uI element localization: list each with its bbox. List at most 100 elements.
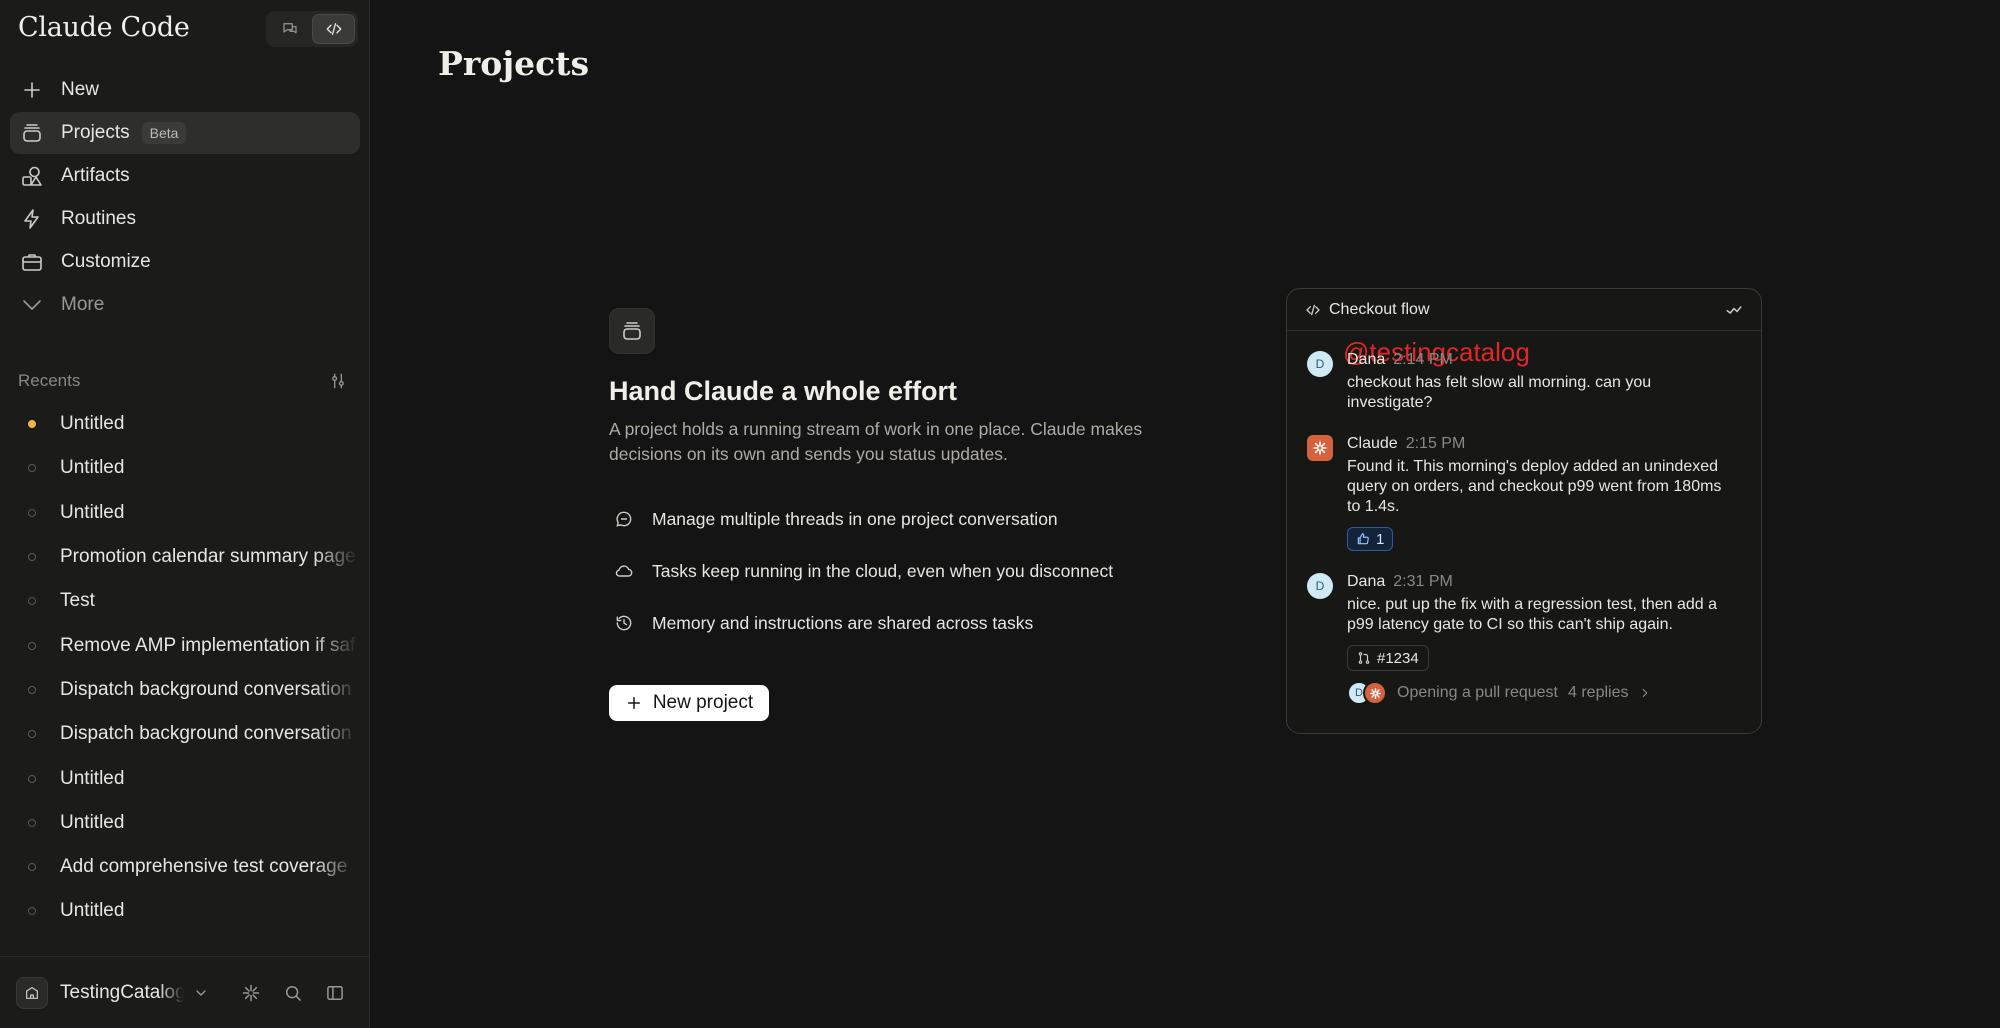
recents-header: Recents [18, 369, 348, 393]
nav-new-label: New [61, 79, 100, 100]
active-dot-icon [28, 420, 36, 429]
message-time: 2:31 PM [1393, 573, 1453, 590]
recent-item-label: Untitled [60, 900, 125, 922]
new-project-label: New project [652, 692, 754, 713]
message-item: D Dana 2:31 PM nice. put up the fix with … [1307, 573, 1747, 705]
recent-item[interactable]: Dispatch background conversation [18, 712, 358, 756]
thread-summary[interactable]: D Opening a pull request 4 replies [1347, 681, 1747, 705]
feature-label: Manage multiple threads in one project c… [652, 508, 1058, 529]
toggle-sidebar-button[interactable] [322, 980, 348, 1006]
chat-mode-button[interactable] [269, 14, 310, 44]
recent-item[interactable]: Untitled [18, 491, 358, 535]
org-name[interactable]: TestingCatalog [60, 982, 184, 1004]
new-project-button[interactable]: New project [609, 685, 769, 721]
nav-new[interactable]: New [10, 69, 360, 111]
message-text: checkout has felt slow all morning. can … [1347, 374, 1652, 411]
nav-customize[interactable]: Customize [10, 241, 360, 283]
message-text: nice. put up the fix with a regression t… [1347, 596, 1717, 633]
recent-item-label: Untitled [60, 767, 125, 789]
code-icon [1306, 304, 1320, 315]
mode-toggle [266, 11, 358, 47]
status-dot-icon [28, 641, 36, 650]
sidebar-panel-icon [327, 985, 343, 1000]
thread-status: Opening a pull request [1397, 684, 1558, 701]
recent-item[interactable]: Promotion calendar summary page [18, 535, 358, 579]
recent-item-label: Dispatch background conversation [60, 678, 352, 700]
sidebar-footer: TestingCatalog [0, 956, 370, 1028]
nav-more[interactable]: More [10, 284, 360, 326]
chevron-down-icon [23, 300, 41, 310]
message-item: Claude 2:15 PM Found it. This morning's d… [1307, 435, 1747, 551]
code-mode-button[interactable] [312, 14, 355, 44]
status-dot-icon [28, 774, 36, 783]
page-title: Projects [438, 44, 590, 83]
nav-routines[interactable]: Routines [10, 198, 360, 240]
recent-item-label: Untitled [60, 413, 125, 435]
code-icon [326, 23, 341, 35]
recent-item[interactable]: Untitled [18, 801, 358, 845]
recent-item[interactable]: Untitled [18, 756, 358, 800]
sliders-icon [332, 373, 344, 389]
pull-request-label: #1234 [1377, 649, 1419, 667]
recent-item[interactable]: Remove AMP implementation if safe [18, 623, 358, 667]
message-author: Dana [1347, 351, 1386, 368]
search-button[interactable] [280, 980, 306, 1006]
search-icon [286, 985, 301, 1001]
nav-projects[interactable]: Projects Beta [10, 112, 360, 154]
recents-label: Recents [18, 371, 81, 390]
app-title: Claude Code [18, 12, 190, 43]
recent-item[interactable]: Untitled [18, 402, 358, 446]
projects-hero-icon [609, 308, 655, 354]
org-switcher-button[interactable] [188, 980, 214, 1006]
status-dot-icon [28, 464, 36, 473]
projects-icon [623, 322, 641, 340]
status-dot-icon [28, 863, 36, 872]
chevron-right-icon [1643, 688, 1648, 698]
main-nav: New Projects Beta Artifacts Routines Cus… [10, 69, 360, 327]
sidebar: Claude Code New Projects Beta Artifacts … [0, 0, 370, 1028]
recents-list: Untitled Untitled Untitled Promotion cal… [18, 402, 358, 934]
recent-item[interactable]: Add comprehensive test coverage [18, 845, 358, 889]
chat-bubbles-icon [282, 23, 297, 34]
thread-replies: 4 replies [1568, 684, 1629, 701]
message-text: Found it. This morning's deploy added an… [1347, 458, 1722, 515]
recent-item-label: Test [60, 590, 95, 612]
nav-projects-label: Projects [61, 122, 130, 143]
claude-avatar [1307, 435, 1333, 461]
recent-item-label: Promotion calendar summary page [60, 546, 356, 568]
activity-icon [1726, 305, 1742, 314]
recent-item[interactable]: Test [18, 579, 358, 623]
recent-item[interactable]: Dispatch background conversation [18, 668, 358, 712]
plus-icon [627, 697, 640, 709]
recent-item[interactable]: Untitled [18, 889, 358, 933]
thumbs-up-reaction[interactable]: 1 [1347, 527, 1394, 551]
message-item: D Dana 2:14 PM checkout has felt slow all… [1307, 351, 1747, 413]
status-dot-icon [28, 685, 36, 694]
recent-item[interactable]: Untitled [18, 446, 358, 490]
preview-title: Checkout flow [1329, 300, 1430, 318]
status-dot-icon [28, 730, 36, 739]
pull-request-icon [1358, 652, 1370, 664]
claude-spark-button[interactable] [238, 980, 264, 1006]
nav-routines-label: Routines [61, 208, 136, 229]
hero-title: Hand Claude a whole effort [609, 376, 958, 406]
nav-artifacts[interactable]: Artifacts [10, 155, 360, 197]
recent-item-label: Remove AMP implementation if safe [60, 634, 358, 656]
nav-more-label: More [61, 294, 105, 315]
chevron-down-icon [196, 989, 206, 996]
projects-icon [23, 124, 41, 142]
pull-request-chip[interactable]: #1234 [1347, 645, 1429, 671]
message-time: 2:14 PM [1393, 351, 1453, 368]
org-avatar[interactable] [16, 976, 48, 1009]
recent-item-label: Untitled [60, 457, 125, 479]
claude-avatar [1363, 681, 1387, 705]
status-dot-icon [28, 508, 36, 517]
briefcase-icon [22, 254, 42, 271]
message-author: Claude [1347, 435, 1398, 452]
message-meta: Dana 2:31 PM [1347, 573, 1747, 593]
recents-filter-button[interactable] [328, 371, 348, 391]
feature-item: Manage multiple threads in one project c… [609, 493, 1179, 545]
recent-item-label: Add comprehensive test coverage [60, 856, 348, 878]
lightning-icon [24, 209, 39, 229]
beta-badge: Beta [141, 122, 187, 144]
